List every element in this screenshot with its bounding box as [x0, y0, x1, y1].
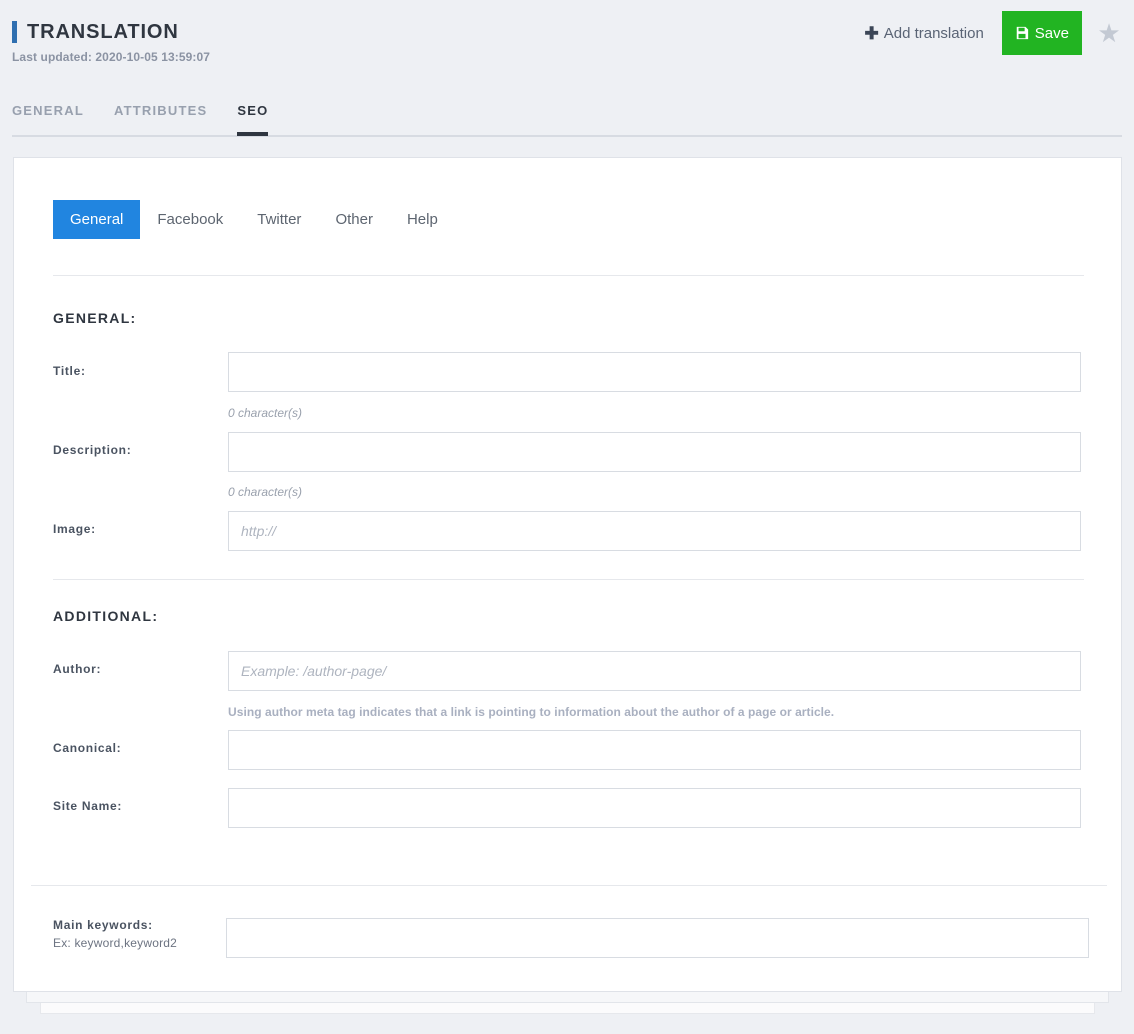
input-site-name[interactable] — [228, 788, 1081, 828]
input-description[interactable] — [228, 432, 1081, 472]
main-tab-bar: GENERAL ATTRIBUTES SEO — [12, 103, 1122, 137]
input-author[interactable] — [228, 651, 1081, 691]
label-site-name: Site Name: — [53, 799, 123, 813]
label-title: Title: — [53, 364, 86, 378]
seo-tab-general[interactable]: General — [53, 200, 141, 239]
save-button[interactable]: Save — [1001, 11, 1082, 55]
page-root: TRANSLATION Last updated: 2020-10-05 13:… — [0, 0, 1134, 1034]
panel-stack-layer-1 — [26, 992, 1109, 1003]
plus-icon: ✚ — [864, 23, 879, 43]
input-title[interactable] — [228, 352, 1081, 392]
title-accent-bar — [12, 21, 17, 43]
section-title-additional: ADDITIONAL: — [53, 608, 159, 624]
tab-seo[interactable]: SEO — [237, 103, 269, 136]
seo-tab-twitter[interactable]: Twitter — [240, 200, 318, 239]
save-label: Save — [1034, 24, 1069, 42]
seo-tab-facebook[interactable]: Facebook — [140, 200, 240, 239]
input-image[interactable] — [228, 511, 1081, 551]
panel-stack-layer-2 — [40, 1003, 1095, 1014]
seo-panel: General Facebook Twitter Other Help GENE… — [13, 157, 1122, 992]
sublabel-main-keywords: Ex: keyword,keyword2 — [53, 936, 178, 950]
seo-tab-bar: General Facebook Twitter Other Help — [53, 200, 455, 239]
add-translation-label: Add translation — [883, 24, 984, 42]
add-translation-button[interactable]: ✚ Add translation — [864, 25, 983, 42]
input-main-keywords[interactable] — [226, 918, 1089, 958]
label-author: Author: — [53, 662, 102, 676]
seo-tab-other[interactable]: Other — [318, 200, 390, 239]
seo-tab-help[interactable]: Help — [390, 200, 455, 239]
page-title-wrap: TRANSLATION — [12, 20, 179, 43]
char-count-description: 0 character(s) — [228, 485, 303, 499]
label-image: Image: — [53, 522, 96, 536]
divider-middle — [53, 579, 1084, 580]
page-header: TRANSLATION Last updated: 2020-10-05 13:… — [0, 0, 1134, 95]
label-canonical: Canonical: — [53, 741, 122, 755]
page-title: TRANSLATION — [27, 20, 179, 43]
header-actions: ✚ Add translation Save ★ — [864, 10, 1122, 56]
tab-attributes[interactable]: ATTRIBUTES — [114, 103, 207, 134]
input-canonical[interactable] — [228, 730, 1081, 770]
tab-general[interactable]: GENERAL — [12, 103, 84, 134]
label-description: Description: — [53, 443, 132, 457]
char-count-title: 0 character(s) — [228, 406, 303, 420]
last-updated-text: Last updated: 2020-10-05 13:59:07 — [12, 50, 211, 64]
divider-bottom — [31, 885, 1107, 886]
help-text-author: Using author meta tag indicates that a l… — [228, 705, 835, 719]
section-title-general: GENERAL: — [53, 310, 137, 326]
divider-top — [53, 275, 1084, 276]
floppy-disk-icon — [1015, 26, 1029, 40]
star-icon[interactable]: ★ — [1096, 20, 1122, 46]
label-main-keywords: Main keywords: — [53, 918, 153, 932]
